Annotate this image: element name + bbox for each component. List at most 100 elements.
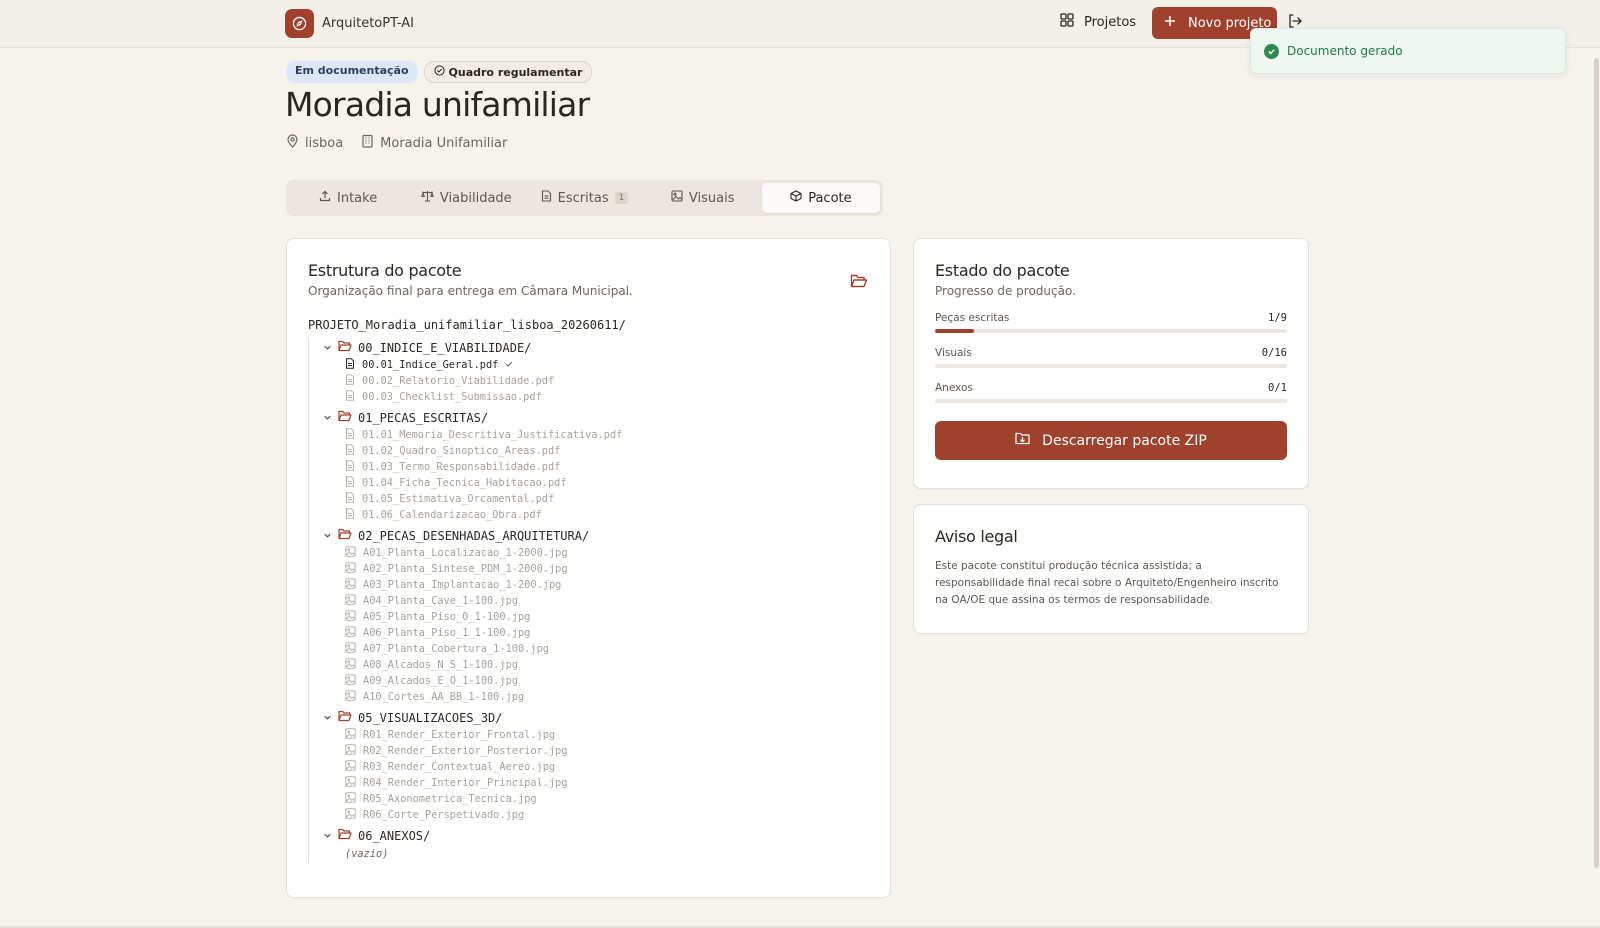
nav-projects-link[interactable]: Projetos xyxy=(1060,13,1136,31)
file-name: 01.01_Memoria_Descritiva_Justificativa.p… xyxy=(362,429,623,441)
file-name: 00.03_Checklist_Submissao.pdf xyxy=(362,391,542,403)
regulation-badge[interactable]: Quadro regulamentar xyxy=(423,61,593,83)
folder-row[interactable]: 02_PECAS_DESENHADAS_ARQUITETURA/ xyxy=(323,526,869,545)
document-file-icon xyxy=(345,492,355,506)
image-file-icon xyxy=(345,610,356,624)
chevron-down-icon[interactable] xyxy=(323,529,332,543)
image-file-icon xyxy=(345,674,356,688)
folder-row[interactable]: 00_INDICE_E_VIABILIDADE/ xyxy=(323,338,869,357)
document-file-icon xyxy=(345,428,355,442)
file-row[interactable]: R02_Render_Exterior_Posterior.jpg xyxy=(323,743,869,759)
chevron-down-icon[interactable] xyxy=(323,829,332,843)
file-row[interactable]: R03_Render_Contextual_Aereo.jpg xyxy=(323,759,869,775)
scrollbar-thumb[interactable] xyxy=(1594,58,1599,868)
file-tree: 00_INDICE_E_VIABILIDADE/00.01_Indice_Ger… xyxy=(308,338,869,863)
file-row[interactable]: 00.03_Checklist_Submissao.pdf xyxy=(323,389,869,405)
folder-open-icon[interactable] xyxy=(850,273,868,293)
image-file-icon xyxy=(345,546,356,560)
root-path: PROJETO_Moradia_unifamiliar_lisboa_20260… xyxy=(308,318,626,332)
file-row[interactable]: R05_Axonometrica_Tecnica.jpg xyxy=(323,791,869,807)
document-icon xyxy=(541,190,552,206)
file-row[interactable]: A03_Planta_Implantacao_1-200.jpg xyxy=(323,577,869,593)
regulation-badge-label: Quadro regulamentar xyxy=(448,65,583,79)
package-icon xyxy=(790,190,802,206)
tab-escritas[interactable]: Escritas 1 xyxy=(525,183,643,213)
file-row[interactable]: A10_Cortes_AA_BB_1-100.jpg xyxy=(323,689,869,705)
file-row[interactable]: A04_Planta_Cave_1-100.jpg xyxy=(323,593,869,609)
folder-icon xyxy=(338,710,352,725)
file-row[interactable]: A07_Planta_Cobertura_1-100.jpg xyxy=(323,641,869,657)
folder-row[interactable]: 01_PECAS_ESCRITAS/ xyxy=(323,408,869,427)
image-file-icon xyxy=(345,626,356,640)
progress-track xyxy=(935,329,1287,333)
tab-pacote[interactable]: Pacote xyxy=(761,183,881,213)
file-name: 01.03_Termo_Responsabilidade.pdf xyxy=(362,461,561,473)
document-file-icon xyxy=(345,444,355,458)
file-row[interactable]: A06_Planta_Piso_1_1-100.jpg xyxy=(323,625,869,641)
file-row[interactable]: R06_Corte_Perspetivado.jpg xyxy=(323,807,869,823)
file-row[interactable]: 01.05_Estimativa_Orcamental.pdf xyxy=(323,491,869,507)
project-location-text: lisboa xyxy=(305,135,344,151)
page-scrollbar[interactable] xyxy=(1592,48,1600,880)
tab-escritas-count: 1 xyxy=(614,192,629,204)
file-row[interactable]: A01_Planta_Localizacao_1-2000.jpg xyxy=(323,545,869,561)
folder-row[interactable]: 05_VISUALIZACOES_3D/ xyxy=(323,708,869,727)
chevron-down-icon[interactable] xyxy=(323,411,332,425)
check-circle-outline-icon xyxy=(433,65,445,79)
project-badges: Em documentação Quadro regulamentar xyxy=(286,61,593,83)
brand-name: ArquitetoPT-AI xyxy=(322,16,414,31)
file-row[interactable]: 01.01_Memoria_Descritiva_Justificativa.p… xyxy=(323,427,869,443)
folder-name: 00_INDICE_E_VIABILIDADE/ xyxy=(358,340,532,355)
toast-notification: Documento gerado xyxy=(1250,28,1566,74)
tab-pacote-label: Pacote xyxy=(808,190,852,206)
scale-icon xyxy=(420,190,434,206)
file-row[interactable]: 01.02_Quadro_Sinoptico_Areas.pdf xyxy=(323,443,869,459)
building-icon xyxy=(361,134,374,152)
file-name: R02_Render_Exterior_Posterior.jpg xyxy=(363,745,568,757)
folder-icon xyxy=(338,528,352,543)
package-status-card: Estado do pacote Progresso de produção. … xyxy=(913,238,1309,489)
tab-intake[interactable]: Intake xyxy=(289,183,407,213)
file-row[interactable]: A09_Alcados_E_O_1-100.jpg xyxy=(323,673,869,689)
file-row[interactable]: 01.04_Ficha_Tecnica_Habitacao.pdf xyxy=(323,475,869,491)
file-row[interactable]: R01_Render_Exterior_Frontal.jpg xyxy=(323,727,869,743)
file-name: 01.06_Calendarizacao_Obra.pdf xyxy=(362,509,542,521)
file-name: 00.01_Indice_Geral.pdf xyxy=(362,359,499,371)
legal-notice-card: Aviso legal Este pacote constitui produç… xyxy=(913,504,1309,634)
file-row[interactable]: 00.01_Indice_Geral.pdf xyxy=(323,357,869,373)
brand[interactable]: ArquitetoPT-AI xyxy=(285,9,414,38)
file-row[interactable]: 01.06_Calendarizacao_Obra.pdf xyxy=(323,507,869,523)
tab-viabilidade[interactable]: Viabilidade xyxy=(407,183,525,213)
file-row[interactable]: 01.03_Termo_Responsabilidade.pdf xyxy=(323,459,869,475)
file-name: A04_Planta_Cave_1-100.jpg xyxy=(363,595,518,607)
structure-subtitle: Organização final para entrega em Câmara… xyxy=(308,284,633,298)
progress-visuais: Visuais 0/16 xyxy=(935,347,1287,368)
download-zip-button[interactable]: Descarregar pacote ZIP xyxy=(935,421,1287,460)
document-file-icon xyxy=(345,460,355,474)
file-name: A05_Planta_Piso_0_1-100.jpg xyxy=(363,611,531,623)
file-row[interactable]: A02_Planta_Sintese_PDM_1-2000.jpg xyxy=(323,561,869,577)
image-icon xyxy=(671,190,683,206)
file-name: R05_Axonometrica_Tecnica.jpg xyxy=(363,793,537,805)
file-row[interactable]: A08_Alcados_N_S_1-100.jpg xyxy=(323,657,869,673)
file-row[interactable]: R04_Render_Interior_Principal.jpg xyxy=(323,775,869,791)
folder-icon xyxy=(338,340,352,355)
file-row[interactable]: A05_Planta_Piso_0_1-100.jpg xyxy=(323,609,869,625)
chevron-down-icon[interactable] xyxy=(323,341,332,355)
progress-label: Peças escritas xyxy=(935,312,1010,324)
chevron-down-icon[interactable] xyxy=(323,711,332,725)
status-subtitle: Progresso de produção. xyxy=(935,284,1076,298)
file-row[interactable]: 00.02_Relatorio_Viabilidade.pdf xyxy=(323,373,869,389)
folder-name: 01_PECAS_ESCRITAS/ xyxy=(358,410,489,425)
document-file-icon xyxy=(345,358,355,372)
folder-row[interactable]: 06_ANEXOS/ xyxy=(323,826,869,845)
file-name: 01.04_Ficha_Tecnica_Habitacao.pdf xyxy=(362,477,567,489)
page-title: Moradia unifamiliar xyxy=(285,85,590,124)
file-name: A01_Planta_Localizacao_1-2000.jpg xyxy=(363,547,568,559)
file-name: R03_Render_Contextual_Aereo.jpg xyxy=(363,761,556,773)
folder-download-icon xyxy=(1015,432,1030,449)
tab-visuais[interactable]: Visuais xyxy=(644,183,762,213)
upload-icon xyxy=(319,190,331,206)
toast-message: Documento gerado xyxy=(1287,44,1403,58)
file-name: A09_Alcados_E_O_1-100.jpg xyxy=(363,675,518,687)
